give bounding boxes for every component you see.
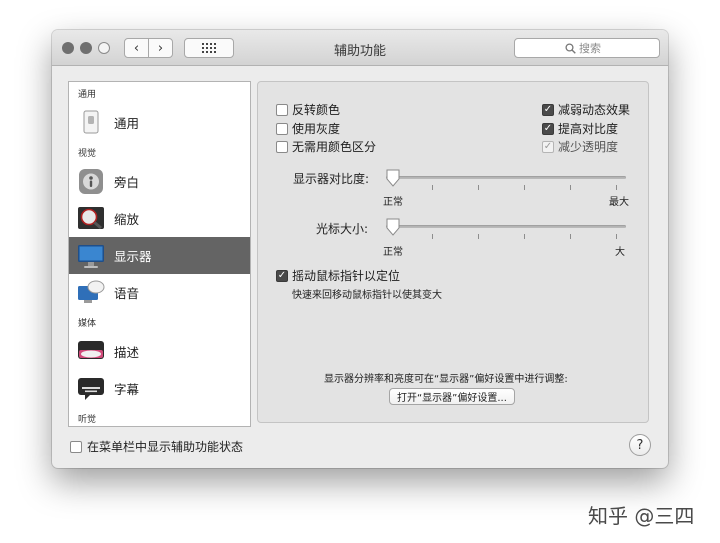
cursor-max-label: 大	[615, 247, 625, 258]
checkbox-box[interactable]	[276, 140, 288, 153]
differentiate-without-color-checkbox[interactable]: 无需用颜色区分	[276, 138, 376, 155]
sidebar-item-label: 缩放	[114, 212, 140, 227]
sidebar-item-captions[interactable]: 字幕	[69, 370, 250, 407]
help-button[interactable]: ?	[629, 434, 651, 456]
increase-contrast-checkbox[interactable]: ✓ 提高对比度	[542, 120, 618, 137]
contrast-min-label: 正常	[383, 197, 403, 208]
accessibility-window: ‹ › 辅助功能 通用 通用 视觉	[52, 30, 668, 468]
checkbox-label: 减少透明度	[558, 140, 619, 154]
checkbox-label: 摇动鼠标指针以定位	[292, 269, 401, 283]
section-header-media: 媒体	[78, 319, 97, 329]
checkbox-label: 减弱动态效果	[558, 103, 631, 117]
checkbox-box[interactable]	[70, 440, 82, 453]
cursor-size-slider[interactable]	[386, 225, 626, 228]
section-header-hearing: 听觉	[78, 415, 97, 425]
sidebar-item-label: 字幕	[114, 382, 140, 397]
sidebar-item-label: 通用	[114, 116, 140, 131]
display-contrast-label: 显示器对比度:	[293, 172, 370, 186]
contrast-slider-knob[interactable]	[385, 169, 401, 187]
checkmark-icon[interactable]: ✓	[542, 103, 554, 116]
question-mark-icon: ?	[636, 437, 644, 453]
section-header-vision: 视觉	[78, 149, 97, 159]
display-settings-pane: 反转颜色 使用灰度 无需用颜色区分 ✓ 减弱动态效果 ✓ 提高对比度 ✓ 减少透…	[257, 81, 649, 423]
speech-bubble-monitor-icon	[78, 280, 105, 303]
sidebar-item-label: 旁白	[114, 175, 140, 190]
sidebar-item-label: 显示器	[114, 249, 152, 264]
sidebar-item-general[interactable]: 通用	[69, 104, 250, 141]
menu-bar-status-checkbox[interactable]: 在菜单栏中显示辅助功能状态	[70, 438, 243, 455]
switch-device-icon	[83, 110, 99, 134]
search-input[interactable]	[579, 41, 609, 55]
checkbox-box[interactable]	[276, 103, 288, 116]
sidebar-item-label: 描述	[114, 345, 140, 360]
title-bar: ‹ › 辅助功能	[52, 30, 668, 66]
contrast-max-label: 最大	[609, 197, 629, 208]
checkbox-box[interactable]	[276, 122, 288, 135]
captions-bubble-icon	[78, 378, 104, 400]
checkmark-icon[interactable]: ✓	[276, 269, 288, 282]
magnifier-icon	[565, 42, 576, 54]
sidebar-item-zoom[interactable]: 缩放	[69, 200, 250, 237]
display-prefs-note: 显示器分辨率和亮度可在“显示器”偏好设置中进行调整:	[324, 374, 568, 385]
grayscale-checkbox[interactable]: 使用灰度	[276, 120, 340, 137]
checkbox-label: 使用灰度	[292, 122, 341, 136]
display-monitor-icon	[78, 245, 104, 268]
author-credit: 知乎 @三四	[588, 504, 695, 528]
sidebar-item-speech[interactable]: 语音	[69, 274, 250, 311]
checkmark-icon[interactable]: ✓	[542, 122, 554, 135]
search-field[interactable]	[514, 38, 660, 58]
open-display-prefs-button[interactable]: 打开“显示器”偏好设置...	[389, 388, 515, 405]
checkbox-label: 反转颜色	[292, 103, 341, 117]
sidebar-item-descriptions[interactable]: 描述	[69, 333, 250, 370]
checkmark-icon[interactable]: ✓	[542, 140, 554, 153]
section-header-general: 通用	[78, 90, 97, 100]
shake-to-locate-description: 快速来回移动鼠标指针以使其变大	[292, 290, 442, 301]
checkbox-label: 提高对比度	[558, 122, 619, 136]
display-contrast-slider[interactable]	[386, 176, 626, 179]
category-sidebar[interactable]: 通用 通用 视觉 旁白 缩放 显示器 语音 媒体 描述 字幕 听觉	[68, 81, 251, 427]
sidebar-item-label: 语音	[114, 286, 140, 301]
sidebar-item-display[interactable]: 显示器	[69, 237, 250, 274]
sidebar-item-voiceover[interactable]: 旁白	[69, 163, 250, 200]
zoom-magnifier-icon	[78, 207, 104, 230]
reduce-motion-checkbox[interactable]: ✓ 减弱动态效果	[542, 101, 630, 118]
checkbox-label: 无需用颜色区分	[292, 140, 377, 154]
cursor-slider-knob[interactable]	[385, 218, 401, 236]
shake-to-locate-checkbox[interactable]: ✓ 摇动鼠标指针以定位	[276, 267, 400, 284]
cursor-min-label: 正常	[383, 247, 403, 258]
cursor-size-label: 光标大小:	[316, 222, 369, 236]
invert-colors-checkbox[interactable]: 反转颜色	[276, 101, 340, 118]
description-bubble-icon	[78, 341, 104, 359]
voiceover-icon	[79, 169, 103, 194]
reduce-transparency-checkbox[interactable]: ✓ 减少透明度	[542, 138, 618, 155]
checkbox-label: 在菜单栏中显示辅助功能状态	[87, 440, 244, 454]
